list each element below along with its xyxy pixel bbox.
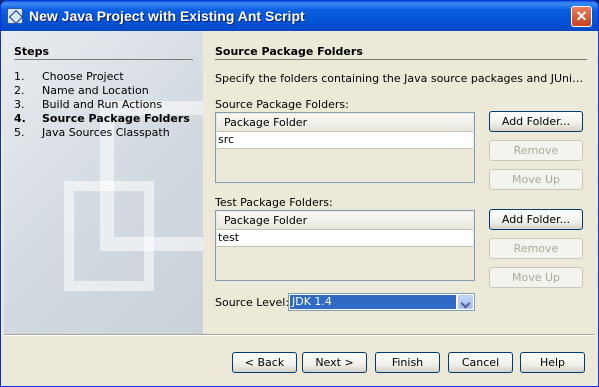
finish-button[interactable]: Finish (375, 352, 440, 373)
panel-title: Source Package Folders (215, 45, 363, 58)
column-header-package-folder[interactable]: Package Folder (217, 114, 473, 132)
help-button[interactable]: Help (520, 352, 585, 373)
step-number: 4. (14, 112, 26, 125)
step-item: 3. Build and Run Actions (14, 98, 190, 112)
title-bar[interactable]: New Java Project with Existing Ant Scrip… (1, 1, 598, 31)
step-number: 3. (14, 98, 25, 111)
step-label: Java Sources Classpath (42, 126, 170, 139)
source-folders-table[interactable]: Package Folder src (215, 112, 475, 183)
step-number: 5. (14, 126, 25, 139)
steps-panel: Steps 1. Choose Project 2. Name and Locati… (4, 31, 203, 334)
step-label: Source Package Folders (42, 112, 190, 125)
back-button[interactable]: < Back (232, 352, 297, 373)
app-icon (7, 8, 23, 24)
window-title: New Java Project with Existing Ant Scrip… (29, 8, 305, 24)
next-button[interactable]: Next > (302, 352, 367, 373)
test-folders-table[interactable]: Package Folder test (215, 210, 475, 281)
chevron-down-icon[interactable] (458, 295, 473, 309)
source-level-select[interactable]: JDK 1.4 (288, 293, 475, 311)
wizard-body: Steps 1. Choose Project 2. Name and Locati… (4, 31, 595, 385)
column-header-package-folder[interactable]: Package Folder (217, 212, 473, 230)
close-button[interactable]: ✕ (571, 6, 592, 27)
source-add-folder-button[interactable]: Add Folder... (489, 111, 583, 132)
test-add-folder-button[interactable]: Add Folder... (489, 209, 583, 230)
step-item-current: 4. Source Package Folders (14, 112, 190, 126)
step-item: 1. Choose Project (14, 70, 190, 84)
panel-description: Specify the folders containing the Java … (215, 72, 587, 85)
steps-divider (14, 59, 193, 60)
step-label: Choose Project (42, 70, 124, 83)
step-number: 1. (14, 70, 25, 83)
source-folders-label: Source Package Folders: (215, 98, 349, 111)
decorative-watermark (64, 181, 154, 291)
test-folders-label: Test Package Folders: (215, 196, 333, 209)
test-remove-button[interactable]: Remove (489, 238, 583, 259)
steps-list: 1. Choose Project 2. Name and Location 3. B… (14, 70, 190, 140)
source-level-value: JDK 1.4 (290, 295, 456, 309)
table-row[interactable]: test (217, 230, 473, 247)
cancel-button[interactable]: Cancel (448, 352, 513, 373)
step-label: Build and Run Actions (42, 98, 163, 111)
step-item: 2. Name and Location (14, 84, 190, 98)
test-move-up-button[interactable]: Move Up (489, 267, 583, 288)
step-number: 2. (14, 84, 25, 97)
source-remove-button[interactable]: Remove (489, 140, 583, 161)
dialog-window: New Java Project with Existing Ant Scrip… (0, 0, 599, 387)
content-panel: Source Package Folders Specify the folde… (215, 31, 587, 334)
panel-divider (215, 59, 587, 60)
source-level-label: Source Level: (215, 296, 290, 309)
step-label: Name and Location (42, 84, 149, 97)
steps-title: Steps (14, 45, 50, 58)
button-bar-divider (4, 334, 595, 336)
table-row[interactable]: src (217, 132, 473, 149)
source-move-up-button[interactable]: Move Up (489, 169, 583, 190)
step-item: 5. Java Sources Classpath (14, 126, 190, 140)
